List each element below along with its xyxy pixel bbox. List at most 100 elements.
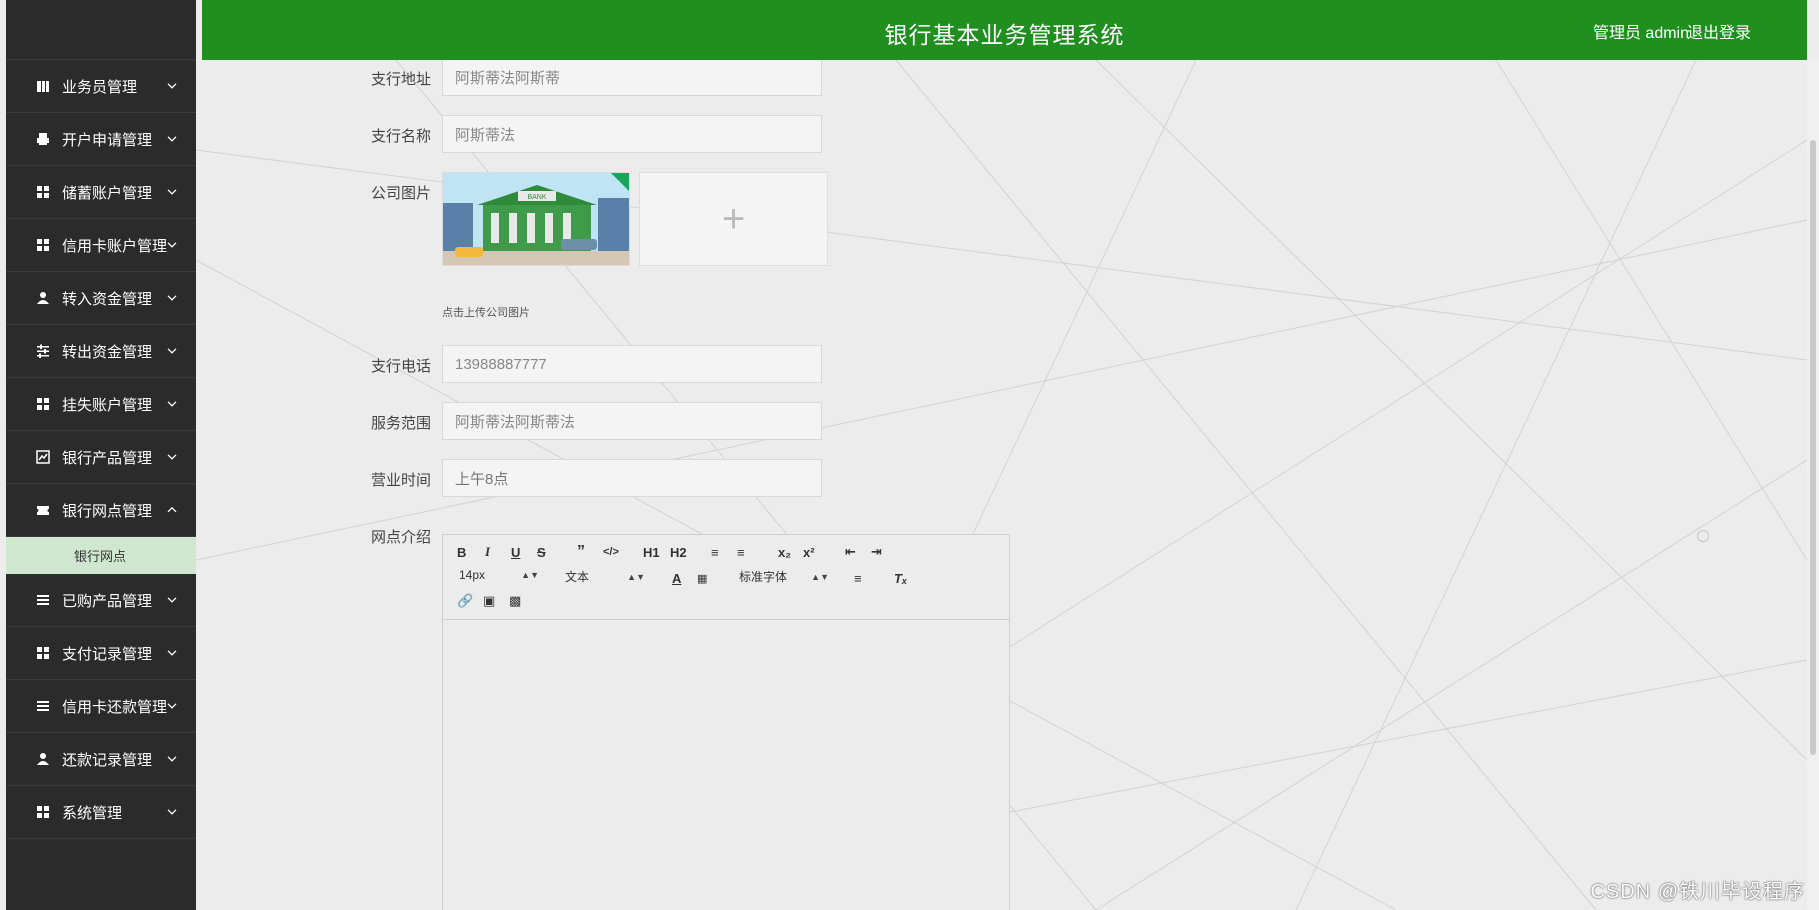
logout-link[interactable]: 退出登录 [1687,19,1751,43]
bold-button[interactable]: B [457,543,466,561]
grid-icon [36,397,50,411]
chevron-down-icon [166,79,178,91]
vertical-scrollbar[interactable] [1807,60,1819,910]
close-icon[interactable] [1697,530,1709,542]
chevron-down-icon [166,238,178,250]
video-icon[interactable]: ▩ [509,592,521,610]
sidebar-item[interactable]: 已购产品管理 [6,574,196,627]
strike-button[interactable]: S [537,543,546,561]
user-info: 管理员 admin [1592,25,1689,42]
bank-illustration: BANK [443,173,629,265]
chevron-down-icon [166,185,178,197]
font-family-select[interactable]: 标准字体 ▲▼ [739,568,829,585]
chevron-down-icon [166,344,178,356]
chevron-down-icon [166,397,178,409]
sidebar-item-label: 系统管理 [62,804,123,822]
sidebar-item-label: 转入资金管理 [62,290,153,308]
select-arrow-icon: ▲▼ [811,571,829,582]
italic-button[interactable]: I [485,543,490,561]
grid-icon [36,805,50,819]
upload-hint: 点击上传公司图片 [442,307,530,319]
sidebar-item-label: 挂失账户管理 [62,396,153,414]
main-content: 支行地址 阿斯蒂法阿斯蒂 支行名称 阿斯蒂法 公司图片 BANK + 点击上传公… [196,60,1807,910]
sidebar-item[interactable]: 还款记录管理 [6,733,196,786]
superscript-button[interactable]: x² [803,543,815,561]
h1-button[interactable]: H1 [643,543,660,561]
paragraph-select[interactable]: 文本 ▲▼ [565,568,645,585]
app-title: 银行基本业务管理系统 [884,22,1125,48]
chevron-down-icon [166,291,178,303]
sidebar-item-label: 信用卡账户管理 [62,237,168,255]
bank-sign-text: BANK [527,194,546,201]
chevron-up-icon [166,503,178,515]
clear-format-icon[interactable]: Tₓ [894,569,907,587]
font-color-icon[interactable]: A [672,569,681,587]
rich-text-editor: B I U S ” </> H1 H2 ≡ ≡ x₂ x² ⇤ ⇥ 14px ▲… [442,534,1010,910]
sidebar-item-label: 支付记录管理 [62,645,153,663]
hours-input[interactable]: 上午8点 [442,459,822,497]
subscript-button[interactable]: x₂ [778,543,791,561]
sidebar-item[interactable]: 业务员管理 [6,60,196,113]
image-icon[interactable]: ▣ [483,592,495,610]
font-family-value: 标准字体 [739,570,788,584]
outdent-icon[interactable]: ⇤ [845,543,856,561]
watermark-text: CSDN @铁川毕设程序 [1590,881,1805,903]
editor-toolbar: B I U S ” </> H1 H2 ≡ ≡ x₂ x² ⇤ ⇥ 14px ▲… [443,535,1009,620]
bullet-list-icon[interactable]: ≡ [737,543,745,561]
sidebar-item[interactable]: 系统管理 [6,786,196,839]
uploaded-image[interactable]: BANK [442,172,630,266]
chevron-down-icon [166,752,178,764]
sidebar-item[interactable]: 转入资金管理 [6,272,196,325]
indent-icon[interactable]: ⇥ [871,543,882,561]
grid-icon [36,185,50,199]
sidebar-subitem[interactable]: 银行网点 [6,537,196,574]
sidebar-item[interactable]: 银行网点管理 [6,484,196,537]
code-button[interactable]: </> [603,543,619,561]
address-input[interactable]: 阿斯蒂法阿斯蒂 [442,60,822,96]
select-arrow-icon: ▲▼ [521,570,539,580]
sidebar-item-label: 银行产品管理 [62,449,153,467]
sidebar-item-label: 已购产品管理 [62,592,153,610]
scrollbar-thumb[interactable] [1810,140,1816,755]
background-color-icon[interactable]: ▦ [697,569,707,587]
sliders-icon [36,344,50,358]
phone-input[interactable]: 13988887777 [442,345,822,383]
sidebar-item-label: 转出资金管理 [62,343,153,361]
link-icon[interactable]: 🔗 [457,592,473,610]
underline-button[interactable]: U [511,543,520,561]
quote-button[interactable]: ” [577,543,585,561]
list-icon [36,699,50,713]
sidebar-menu: 业务员管理开户申请管理 储蓄账户管理 信用卡账户管理 转入资金管理 转出资金管理 挂失账户… [6,60,196,839]
align-icon[interactable]: ≡ [854,569,862,587]
list-icon [36,593,50,607]
sidebar-item-label: 储蓄账户管理 [62,184,153,202]
upload-add-button[interactable]: + [639,172,828,266]
ticket-icon [36,503,50,517]
sidebar-item-label: 信用卡还款管理 [62,698,168,716]
user-icon [36,291,50,305]
top-header: 银行基本业务管理系统 管理员 admin 退出登录 [202,0,1807,60]
sidebar-item[interactable]: 开户申请管理 [6,113,196,166]
ordered-list-icon[interactable]: ≡ [711,543,719,561]
h2-button[interactable]: H2 [670,543,687,561]
sidebar-item-label: 业务员管理 [62,78,138,96]
font-size-select[interactable]: 14px ▲▼ [459,568,539,582]
grid-icon [36,238,50,252]
name-input[interactable]: 阿斯蒂法 [442,115,822,153]
font-size-value: 14px [459,568,486,582]
sidebar-item[interactable]: 信用卡还款管理 [6,680,196,733]
sidebar-item[interactable]: 储蓄账户管理 [6,166,196,219]
chevron-down-icon [166,805,178,817]
sidebar-item[interactable]: 银行产品管理 [6,431,196,484]
scope-input[interactable]: 阿斯蒂法阿斯蒂法 [442,402,822,440]
sidebar-item-label: 开户申请管理 [62,131,153,149]
sidebar-item[interactable]: 信用卡账户管理 [6,219,196,272]
chevron-down-icon [166,646,178,658]
sidebar-item[interactable]: 支付记录管理 [6,627,196,680]
print-icon [36,132,50,146]
sidebar-item[interactable]: 挂失账户管理 [6,378,196,431]
sidebar-top [6,0,196,60]
paragraph-value: 文本 [565,570,590,584]
sidebar-item[interactable]: 转出资金管理 [6,325,196,378]
user-icon [36,752,50,766]
